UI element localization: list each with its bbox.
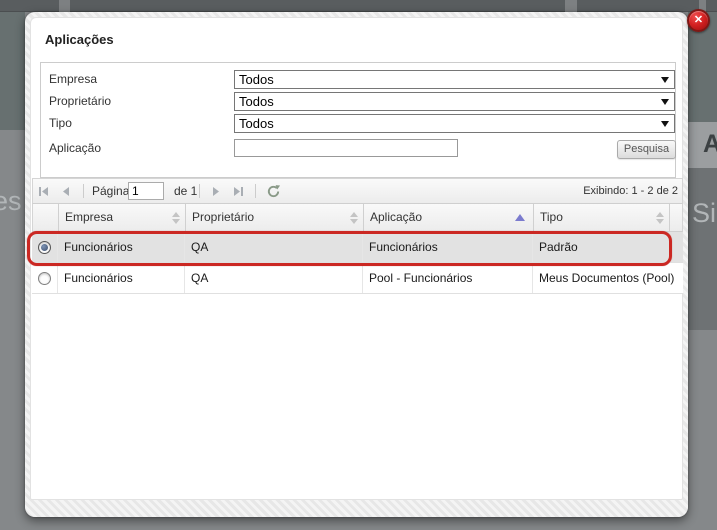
grid-header: Empresa Proprietário Aplicação Tipo [32,204,683,232]
refresh-icon[interactable] [263,179,283,203]
radio-column-header [33,204,59,231]
column-header-proprietario[interactable]: Proprietário [186,204,364,231]
tipo-select[interactable]: Todos [234,114,675,133]
tipo-select-value: Todos [239,116,274,131]
header-spacer [670,204,682,231]
filter-panel: Empresa Todos Proprietário Todos Tipo To… [40,62,676,178]
cell-tipo: Meus Documentos (Pool) [539,271,675,285]
page-total-label: de 1 [174,184,198,198]
page-label: Página [92,184,130,198]
column-header-tipo[interactable]: Tipo [534,204,670,231]
previous-page-button[interactable] [57,179,73,203]
dropdown-arrow-icon [661,121,669,127]
proprietario-select[interactable]: Todos [234,92,675,111]
background-tile [0,12,25,130]
proprietario-select-value: Todos [239,94,274,109]
background-text-fragment: Si [692,198,717,228]
sort-ascending-icon [515,214,525,221]
dropdown-arrow-icon [661,77,669,83]
first-page-button[interactable] [35,179,51,203]
cell-tipo: Padrão [539,240,578,254]
background-tile-gap [59,0,70,12]
paging-toolbar: Página de 1 Exibindo: 1 - 2 de 2 [32,178,683,204]
row-radio-cell [32,263,58,293]
aplicacao-input[interactable] [234,139,458,157]
background-tile-gap [565,0,577,12]
sort-icon [172,212,180,224]
aplicacao-label: Aplicação [49,141,102,155]
radio-unselected[interactable] [38,271,51,285]
radio-selected[interactable] [38,240,51,254]
cell-proprietario: QA [185,263,363,293]
screen: A es Si Aplicações Empresa Todos Proprie… [0,0,717,530]
display-status: Exibindo: 1 - 2 de 2 [583,185,678,197]
table-row-pool-funcionarios[interactable]: Funcionários QA Pool - Funcionários Meus… [32,263,683,294]
toolbar-separator [83,184,84,198]
background-text-fragment: A [703,130,717,158]
page-number-input[interactable] [128,182,164,200]
table-row-funcionarios-padrao[interactable]: Funcionários QA Funcionários Padrão [32,232,683,263]
tipo-label: Tipo [49,116,72,130]
toolbar-separator [199,184,200,198]
applications-dialog: Aplicações Empresa Todos Proprietário To… [25,12,688,517]
toolbar-separator [255,184,256,198]
empresa-select[interactable]: Todos [234,70,675,89]
sort-icon [350,212,358,224]
pesquisa-button[interactable]: Pesquisa [617,140,676,159]
empresa-select-value: Todos [239,72,274,87]
background-top-tiles [0,0,717,12]
cell-aplicacao: Pool - Funcionários [363,263,533,293]
next-page-button[interactable] [208,179,224,203]
cell-aplicacao: Funcionários [363,232,533,262]
proprietario-label: Proprietário [49,94,112,108]
close-icon[interactable]: ✕ [687,9,710,32]
background-tile [688,168,717,330]
column-header-aplicacao[interactable]: Aplicação [364,204,534,231]
applications-grid: Página de 1 Exibindo: 1 - 2 de 2 [27,178,683,294]
dialog-title: Aplicações [45,32,114,47]
cell-empresa: Funcionários [58,232,185,262]
cell-proprietario: QA [185,232,363,262]
cell-empresa: Funcionários [58,263,185,293]
sort-icon [656,212,664,224]
dropdown-arrow-icon [661,99,669,105]
last-page-button[interactable] [230,179,246,203]
row-radio-cell [32,232,58,262]
empresa-label: Empresa [49,72,98,86]
column-header-empresa[interactable]: Empresa [59,204,186,231]
background-text-fragment: es [0,186,22,216]
